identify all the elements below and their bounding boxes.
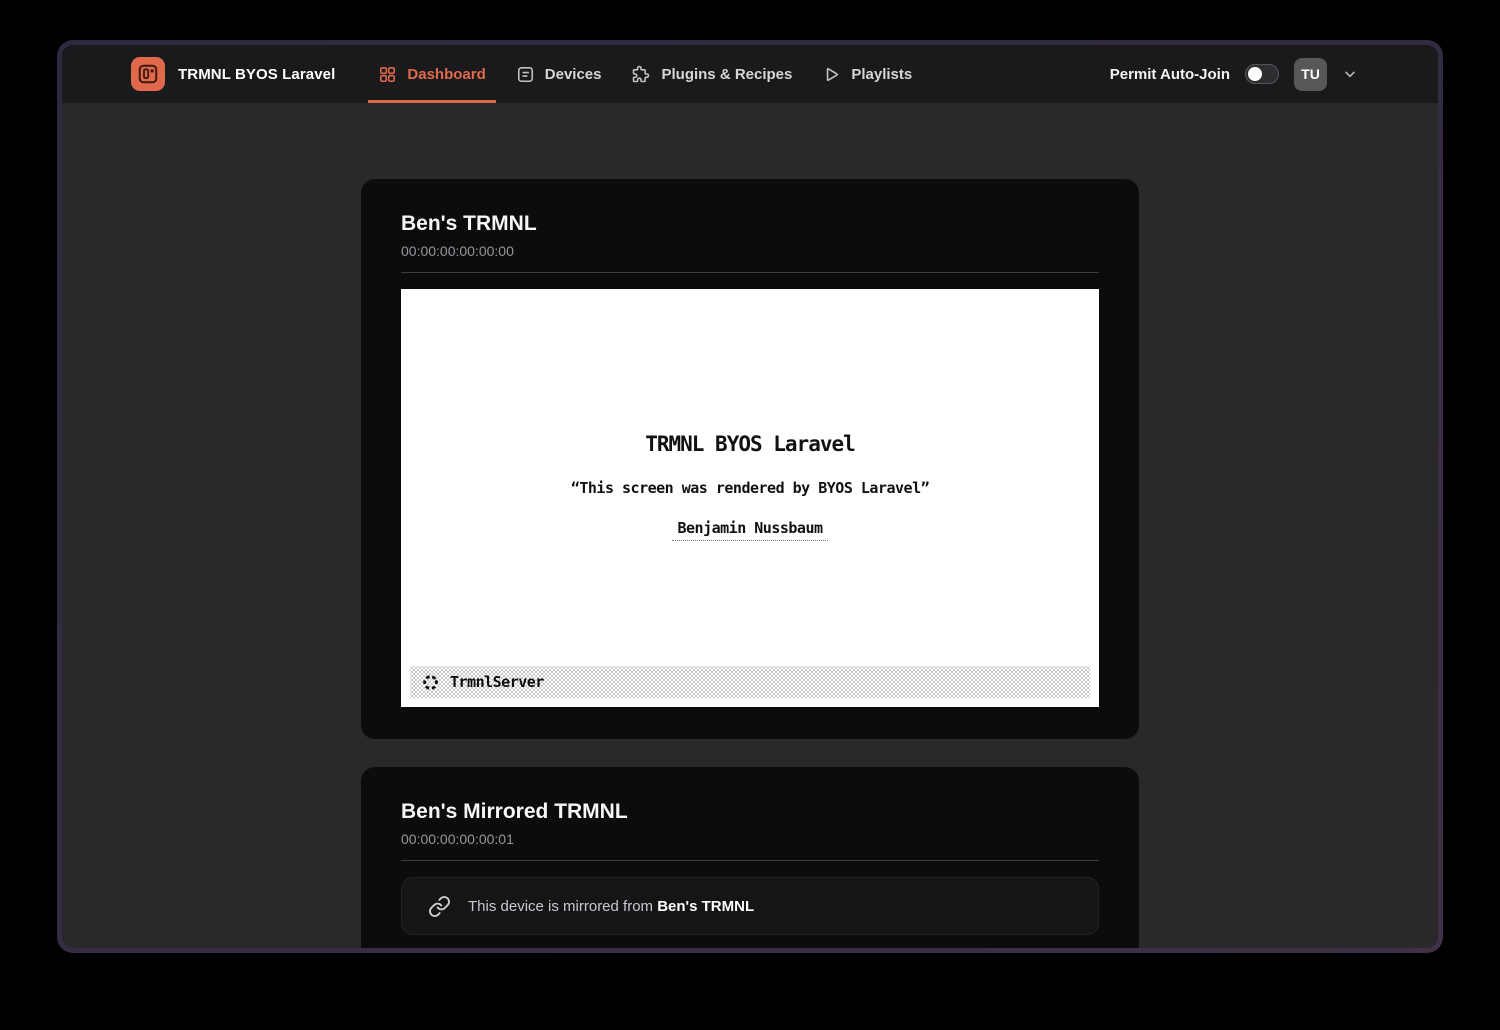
screen-text-stack: TRMNL BYOS Laravel “This screen was rend… xyxy=(401,432,1099,541)
device-screen-preview: TRMNL BYOS Laravel “This screen was rend… xyxy=(401,289,1099,707)
top-nav: TRMNL BYOS Laravel Dashboard xyxy=(62,45,1438,103)
toggle-knob xyxy=(1248,67,1262,81)
screen-status-bar: TrmnlServer xyxy=(410,666,1090,698)
nav-tab-plugins-recipes[interactable]: Plugins & Recipes xyxy=(621,45,802,103)
mirror-notice-text: This device is mirrored from Ben's TRMNL xyxy=(468,898,754,915)
device-name: Ben's TRMNL xyxy=(401,212,1099,236)
trmnl-logo-icon[interactable] xyxy=(131,57,165,91)
mirror-notice: This device is mirrored from Ben's TRMNL xyxy=(401,877,1099,935)
nav-tab-devices[interactable]: Devices xyxy=(506,45,612,103)
divider xyxy=(401,860,1099,861)
brand-title: TRMNL BYOS Laravel xyxy=(178,66,335,83)
devices-icon xyxy=(516,65,535,84)
screen-author-link: Benjamin Nussbaum xyxy=(672,519,827,541)
puzzle-icon xyxy=(631,64,651,84)
device-mac-address: 00:00:00:00:00:00 xyxy=(401,243,1099,259)
nav-tab-label: Plugins & Recipes xyxy=(661,66,792,83)
app-window: TRMNL BYOS Laravel Dashboard xyxy=(57,40,1443,953)
screen-quote: “This screen was rendered by BYOS Larave… xyxy=(571,479,929,497)
chevron-down-icon[interactable] xyxy=(1342,66,1358,82)
screen-title: TRMNL BYOS Laravel xyxy=(645,432,855,456)
user-avatar[interactable]: TU xyxy=(1294,58,1327,91)
link-icon xyxy=(428,895,451,918)
nav-items: Dashboard Devices xyxy=(363,45,927,103)
nav-tab-dashboard[interactable]: Dashboard xyxy=(368,45,495,103)
permit-auto-join-label: Permit Auto-Join xyxy=(1110,66,1230,83)
play-icon xyxy=(822,65,841,84)
nav-tab-label: Playlists xyxy=(851,66,912,83)
nav-tab-playlists[interactable]: Playlists xyxy=(812,45,922,103)
main-content: Ben's TRMNL 00:00:00:00:00:00 TRMNL BYOS… xyxy=(62,103,1438,948)
grid-icon xyxy=(378,65,397,84)
app-window-inner: TRMNL BYOS Laravel Dashboard xyxy=(62,45,1438,948)
nav-tab-label: Dashboard xyxy=(407,66,485,83)
device-mac-address: 00:00:00:00:00:01 xyxy=(401,831,1099,847)
device-card-bens-trmnl: Ben's TRMNL 00:00:00:00:00:00 TRMNL BYOS… xyxy=(361,179,1139,739)
nav-tab-label: Devices xyxy=(545,66,602,83)
device-card-bens-mirrored-trmnl: Ben's Mirrored TRMNL 00:00:00:00:00:01 T… xyxy=(361,767,1139,948)
permit-auto-join-toggle[interactable] xyxy=(1245,64,1279,84)
brand: TRMNL BYOS Laravel xyxy=(131,45,335,103)
mirror-notice-prefix: This device is mirrored from xyxy=(468,898,657,915)
server-label: TrmnlServer xyxy=(450,673,544,691)
device-name: Ben's Mirrored TRMNL xyxy=(401,800,1099,824)
mirror-source-device: Ben's TRMNL xyxy=(657,898,754,915)
nav-right: Permit Auto-Join TU xyxy=(1110,45,1358,103)
spinner-icon xyxy=(421,673,440,692)
divider xyxy=(401,272,1099,273)
